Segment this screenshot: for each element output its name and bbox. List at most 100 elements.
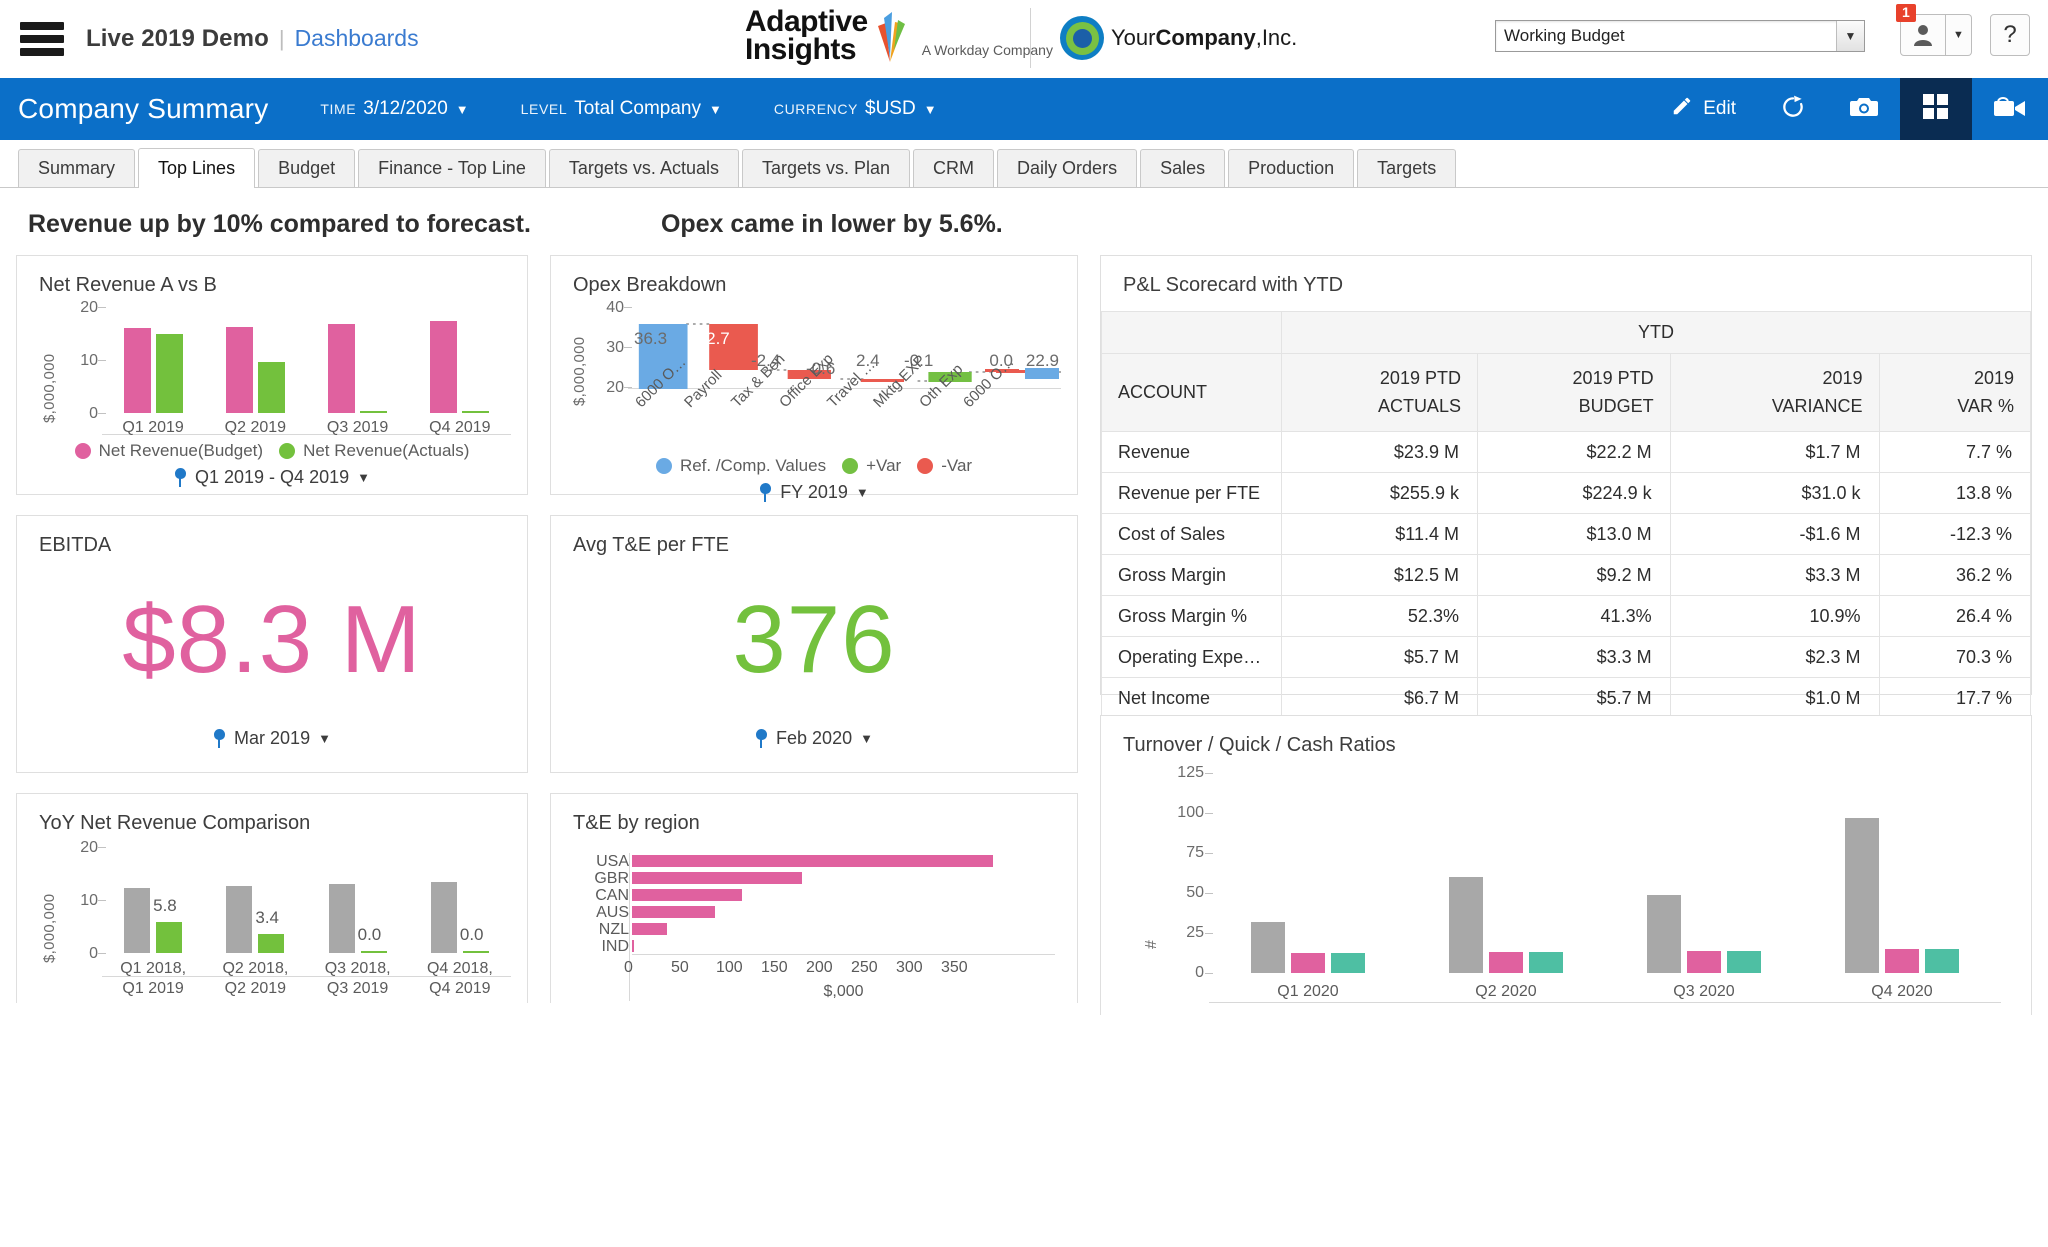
bar-group[interactable] — [409, 307, 511, 413]
bar-usa[interactable] — [632, 855, 994, 867]
level-filter[interactable]: LEVEL Total Company ▼ — [521, 98, 722, 120]
card-avg-te-time-footer[interactable]: Feb 2020 ▼ — [551, 722, 1077, 763]
tab-targets[interactable]: Targets — [1357, 149, 1457, 187]
tab-daily-orders[interactable]: Daily Orders — [997, 149, 1138, 187]
bar-actuals[interactable] — [257, 362, 285, 413]
company-logo: YourCompany,Inc. — [1060, 16, 1297, 60]
bar-cash[interactable] — [1331, 953, 1365, 973]
bar-group[interactable] — [307, 307, 409, 413]
snapshot-button[interactable] — [1828, 78, 1900, 140]
tab-budget[interactable]: Budget — [258, 149, 356, 187]
bar-turnover[interactable] — [1647, 895, 1681, 973]
breadcrumb-dashboards-link[interactable]: Dashboards — [295, 25, 419, 52]
bar-turnover[interactable] — [1449, 877, 1483, 973]
bar-data-label: 5.8 — [153, 896, 177, 915]
bar-current[interactable]: 5.8 — [153, 896, 183, 953]
bar-nzl[interactable] — [632, 923, 668, 935]
legend-item[interactable]: Net Revenue(Budget) — [74, 441, 263, 461]
bar-cash[interactable] — [1925, 949, 1959, 973]
user-menu-chevron-down-icon[interactable]: ▼ — [1946, 14, 1972, 56]
tab-sales[interactable]: Sales — [1140, 149, 1226, 187]
bar-group[interactable]: 3.4 — [204, 847, 306, 953]
user-icon[interactable]: 1 — [1896, 4, 1946, 56]
refresh-button[interactable] — [1758, 78, 1828, 140]
tab-finance-top-line[interactable]: Finance - Top Line — [358, 149, 546, 187]
bar-prior-year[interactable] — [226, 886, 253, 953]
tiles-view-button[interactable] — [1900, 78, 1972, 140]
budget-version-select[interactable]: Working Budget ▼ — [1495, 20, 1865, 52]
bar-can[interactable] — [632, 889, 742, 901]
legend-item[interactable]: Net Revenue(Actuals) — [279, 441, 469, 461]
bar-prior-year[interactable] — [328, 884, 355, 953]
bar-gbr[interactable] — [632, 872, 803, 884]
table-row[interactable]: Net Income $6.7 M $5.7 M $1.0 M 17.7 % — [1101, 677, 2031, 719]
hamburger-icon[interactable] — [20, 21, 64, 56]
time-filter[interactable]: TIME 3/12/2020 ▼ — [320, 98, 468, 120]
bar-actuals[interactable] — [155, 334, 183, 413]
bar-group[interactable] — [1407, 773, 1605, 973]
bar-aus[interactable] — [632, 906, 716, 918]
card-ebitda-time-footer[interactable]: Mar 2019 ▼ — [17, 722, 527, 763]
tab-crm[interactable]: CRM — [913, 149, 995, 187]
bar-current[interactable]: 0.0 — [460, 925, 489, 953]
tab-top-lines[interactable]: Top Lines — [138, 148, 256, 188]
bar-group[interactable]: 0.0 — [307, 847, 409, 953]
tab-targets-vs-plan[interactable]: Targets vs. Plan — [741, 149, 911, 187]
legend-item[interactable]: Ref. /Comp. Values — [655, 456, 826, 476]
bar-current[interactable]: 0.0 — [358, 925, 387, 953]
bar-actuals[interactable] — [462, 411, 490, 413]
table-row[interactable]: Gross Margin $12.5 M $9.2 M $3.3 M 36.2 % — [1101, 554, 2031, 596]
bar-budget[interactable] — [328, 324, 356, 413]
bar-group[interactable]: 5.8 — [102, 847, 204, 953]
user-menu[interactable]: 1 ▼ — [1896, 4, 1972, 56]
y-tick-label: 50 — [1186, 884, 1204, 901]
pl-value-cell: 52.3% — [1281, 595, 1478, 637]
help-button[interactable]: ? — [1990, 14, 2030, 56]
chart-ratios[interactable]: # 125 100 75 50 25 0 Q1 2020 Q2 2020 Q3 … — [1101, 757, 2031, 1003]
table-row[interactable]: Cost of Sales $11.4 M $13.0 M -$1.6 M -12.3 … — [1101, 513, 2031, 555]
bar-prior-year[interactable] — [430, 882, 457, 953]
bar-group[interactable] — [204, 307, 306, 413]
bar-actuals[interactable] — [360, 411, 388, 413]
bar-prior-year[interactable] — [124, 888, 151, 953]
chart-net-revenue[interactable]: $,000,000 20 10 0 Q1 2019 Q2 2019 Q3 201… — [17, 297, 527, 436]
edit-button[interactable]: Edit — [1649, 78, 1758, 140]
table-row[interactable]: Gross Margin % 52.3% 41.3% 10.9% 26.4 % — [1101, 595, 2031, 637]
legend-item[interactable]: +Var — [842, 456, 901, 476]
bar-group[interactable]: 0.0 — [409, 847, 511, 953]
present-button[interactable] — [1972, 78, 2048, 140]
bar-group[interactable] — [1209, 773, 1407, 973]
bar-budget[interactable] — [123, 328, 151, 413]
chart-opex[interactable]: $,000,000 40 30 20 36.3 -12.7 -2.4 -0.6 … — [551, 297, 1077, 422]
dashboard-toolbar: Company Summary TIME 3/12/2020 ▼ LEVEL T… — [0, 78, 2048, 140]
bar-cash[interactable] — [1727, 951, 1761, 973]
bar-turnover[interactable] — [1251, 922, 1285, 973]
bar-quick[interactable] — [1489, 952, 1523, 973]
app-header: Live 2019 Demo | Dashboards Adaptive Ins… — [0, 0, 2048, 78]
bar-group[interactable] — [1803, 773, 2001, 973]
bar-quick[interactable] — [1687, 951, 1721, 973]
bar-budget[interactable] — [430, 321, 458, 413]
bar-cash[interactable] — [1529, 952, 1563, 973]
bar-budget[interactable] — [225, 327, 253, 413]
bar-quick[interactable] — [1885, 949, 1919, 973]
chart-yoy[interactable]: $,000,000 20 10 0 5.8 3.4 0.0 0.0 Q1 201… — [17, 835, 527, 997]
bar-group[interactable] — [102, 307, 204, 413]
bar-ind[interactable] — [632, 940, 634, 952]
tab-summary[interactable]: Summary — [18, 149, 136, 187]
bar-turnover[interactable] — [1845, 818, 1879, 973]
card-net-revenue-time-footer[interactable]: Q1 2019 - Q4 2019 ▼ — [17, 461, 527, 502]
table-row[interactable]: Operating Expe… $5.7 M $3.3 M $2.3 M 70.3 % — [1101, 636, 2031, 678]
bar-quick[interactable] — [1291, 953, 1325, 973]
card-opex-time-footer[interactable]: FY 2019 ▼ — [551, 476, 1077, 517]
tab-production[interactable]: Production — [1228, 149, 1355, 187]
chevron-down-icon[interactable]: ▼ — [1836, 21, 1864, 51]
bar-current[interactable]: 3.4 — [255, 908, 285, 953]
table-row[interactable]: Revenue $23.9 M $22.2 M $1.7 M 7.7 % — [1101, 431, 2031, 473]
legend-item[interactable]: -Var — [917, 456, 972, 476]
tab-targets-vs-actuals[interactable]: Targets vs. Actuals — [548, 149, 739, 187]
bar-group[interactable] — [1605, 773, 1803, 973]
table-row[interactable]: Revenue per FTE $255.9 k $224.9 k $31.0 k 13… — [1101, 472, 2031, 514]
currency-filter[interactable]: CURRENCY $USD ▼ — [774, 98, 937, 120]
chart-te-region[interactable]: USA GBR CAN AUS NZL IND 0 50 100 150 200… — [551, 835, 1077, 1001]
